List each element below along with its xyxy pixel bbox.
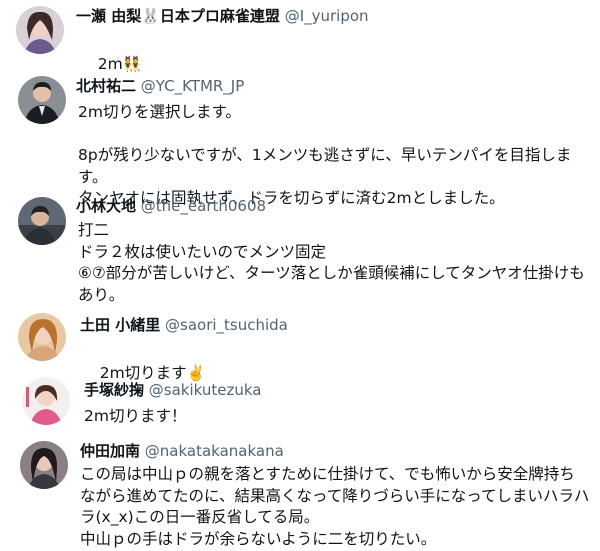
post-item[interactable]: 小林大地 @the_earth0608 打二 ドラ２枚は使いたいのでメンツ固定 … <box>0 192 600 310</box>
post-text: 打二 ドラ２枚は使いたいのでメンツ固定 ⑥⑦部分が苦しいけど、ターツ落としか雀頭… <box>78 221 585 304</box>
avatar-woman-smiling-icon[interactable] <box>18 313 66 361</box>
author-handle[interactable]: @saori_tsuchida <box>165 316 288 334</box>
author-name[interactable]: 一瀬 由梨🐰日本プロ麻雀連盟 <box>76 7 280 25</box>
post-item[interactable]: 土田 小緒里 @saori_tsuchida 2m切ります✌️ <box>0 310 600 382</box>
author-handle[interactable]: @YC_KTMR_JP <box>141 77 244 95</box>
avatar-man-icon[interactable] <box>18 197 66 245</box>
avatar-woman-dark-icon[interactable] <box>20 441 68 489</box>
post-text: この局は中山ｐの親を落とすために仕掛けて、でも怖いから安全牌持ちながら進めてたの… <box>80 465 590 548</box>
post-item[interactable]: 手塚紗掬 @sakikutezuka 2m切ります！ <box>0 372 600 434</box>
author-handle[interactable]: @nakatakanakana <box>145 442 284 460</box>
avatar-woman-icon[interactable] <box>16 6 64 54</box>
author-name[interactable]: 北村祐二 <box>76 77 136 95</box>
post-item[interactable]: 北村祐二 @YC_KTMR_JP 2m切りを選択します。 8pが残り少ないですが… <box>0 70 600 207</box>
author-handle[interactable]: @I_yuripon <box>285 7 369 25</box>
author-name[interactable]: 仲田加南 <box>80 442 140 460</box>
avatar-man-suit-icon[interactable] <box>18 76 66 124</box>
post-item[interactable]: 一瀬 由梨🐰日本プロ麻雀連盟 @I_yuripon 2m👯 <box>0 0 600 73</box>
author-handle[interactable]: @the_earth0608 <box>141 197 266 215</box>
author-handle[interactable]: @sakikutezuka <box>149 381 262 399</box>
author-name[interactable]: 小林大地 <box>76 197 136 215</box>
post-item[interactable]: 仲田加南 @nakatakanakana この局は中山ｐの親を落とすために仕掛け… <box>0 436 600 551</box>
author-name[interactable]: 土田 小緒里 <box>80 316 160 334</box>
avatar-woman-pink-icon[interactable] <box>22 377 70 425</box>
author-name[interactable]: 手塚紗掬 <box>84 381 144 399</box>
post-text: 2m切ります！ <box>84 407 187 425</box>
